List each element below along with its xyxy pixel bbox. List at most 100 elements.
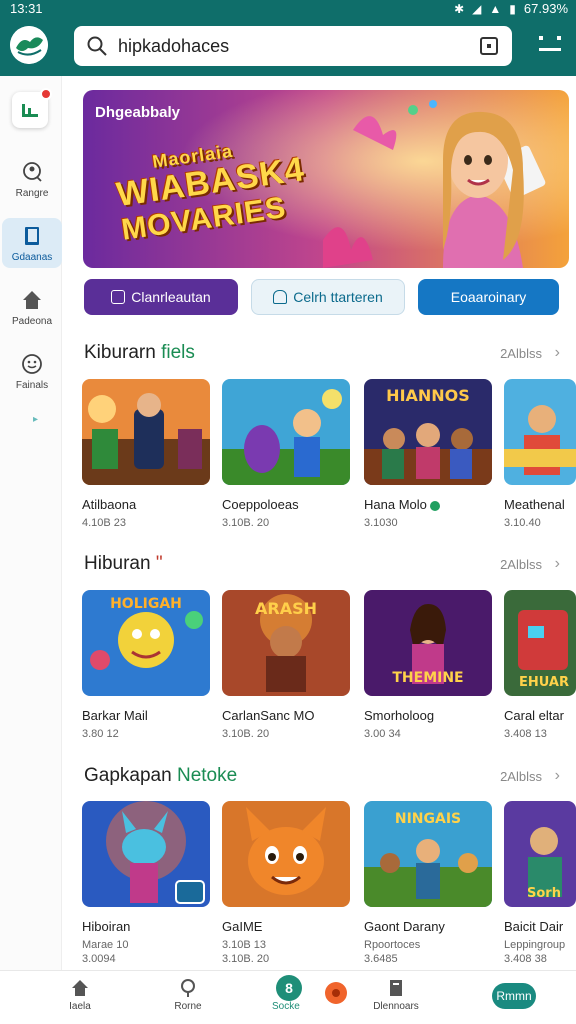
sidebar-item-label: Padeona (11, 316, 53, 327)
nav-item-label: Iaela (69, 1001, 91, 1012)
section-title: Kiburarn fiels (84, 342, 195, 363)
game-meta: 3.00 34 (364, 728, 401, 740)
action-button-2[interactable]: Celrh ttarteren (251, 279, 405, 315)
action-button-label: Clanrleautan (131, 289, 211, 305)
verified-badge-icon (429, 500, 440, 511)
game-thumbnail[interactable]: Sorh (504, 801, 576, 907)
svg-text:EHUAR: EHUAR (519, 675, 569, 690)
section-header-3: Gapkapan Netoke 2Alblss › (84, 765, 564, 791)
section-title: Hiburan " (84, 553, 163, 574)
see-all-link[interactable]: 2Alblss (500, 557, 542, 572)
game-thumbnail[interactable] (504, 379, 576, 485)
game-thumbnail[interactable]: HOLIGAH (82, 590, 210, 696)
svg-text:ARASH: ARASH (255, 599, 317, 618)
smile-icon (22, 354, 42, 374)
chevron-right-icon[interactable]: › (555, 555, 560, 573)
game-thumbnail[interactable] (82, 801, 210, 907)
game-thumbnail[interactable] (222, 801, 350, 907)
game-card[interactable]: THEMINE Smorholoog 3.00 34 (364, 590, 492, 740)
sidebar-item-padeona[interactable]: Padeona (2, 282, 62, 332)
game-thumbnail[interactable]: ARASH (222, 590, 350, 696)
game-card[interactable]: NINGAIS Gaont Darany Rpoortoces 3.6485 (364, 801, 492, 965)
game-name: CarlanSanc MO (222, 708, 315, 723)
sidebar-item-rangre[interactable]: Rangre (2, 154, 62, 204)
sidebar-item-fainals[interactable]: Fainals (2, 346, 62, 396)
app-header: 13:31 ✱ ◢ ▲ ▮ 67.93% (0, 0, 576, 76)
battery-icon: ▮ (509, 1, 516, 16)
nav-item-label: Rorne (174, 1001, 202, 1012)
game-card[interactable]: HIANNOS Hana Molo 3.1030 (364, 379, 492, 529)
chevron-right-icon[interactable]: › (555, 344, 560, 362)
sidebar: Rangre Gdaanas Padeona Fainals ▸ (0, 76, 62, 970)
sidebar-item-gdaanas[interactable]: Gdaanas (2, 218, 62, 268)
svg-text:THEMINE: THEMINE (392, 670, 463, 686)
game-meta: 3.10.40 (504, 517, 541, 529)
sidebar-notifications-button[interactable] (12, 88, 52, 128)
bookmark-icon (390, 980, 402, 996)
game-card[interactable]: HOLIGAH Barkar Mail 3.80 12 (82, 590, 210, 740)
svg-text:HIANNOS: HIANNOS (386, 386, 470, 405)
search-icon (181, 979, 195, 997)
nav-item-home[interactable]: Iaela (50, 977, 110, 1012)
game-name: GaIME (222, 919, 263, 934)
app-logo[interactable] (10, 26, 48, 64)
game-thumbnail[interactable]: NINGAIS (364, 801, 492, 907)
game-meta: 3.1030 (364, 517, 398, 529)
game-card[interactable]: Hiboiran Marae 10 3.0094 (82, 801, 210, 965)
game-meta: Leppingroup (504, 939, 566, 951)
sidebar-item-label: Rangre (15, 188, 49, 199)
game-card[interactable]: Sorh Baicit Dair Leppingroup 3.408 38 (504, 801, 576, 965)
search-bar[interactable] (74, 26, 512, 66)
action-button-3[interactable]: Eoaaroinary (418, 279, 559, 315)
search-input[interactable] (118, 35, 458, 57)
promo-banner[interactable]: Dhgeabbaly Maorlaia WIABASK4 MOVARIES (83, 90, 569, 268)
record-icon[interactable] (325, 982, 347, 1004)
game-card[interactable]: Meathenal 3.10.40 (504, 379, 576, 529)
game-card[interactable]: Atilbaona 4.10B 23 (82, 379, 210, 529)
game-meta-secondary: 3.0094 (82, 953, 116, 965)
see-all-link[interactable]: 2Alblss (500, 346, 542, 361)
search-person-icon (23, 162, 42, 182)
grid-menu-icon[interactable] (538, 34, 562, 54)
game-name: Hiboiran (82, 919, 131, 934)
section-header-2: Hiburan " 2Alblss › (84, 553, 564, 579)
game-card[interactable]: ARASH CarlanSanc MO 3.10B. 20 (222, 590, 350, 740)
game-name: Hana Molo (364, 497, 492, 512)
banner-label: Dhgeabbaly (95, 104, 181, 121)
game-meta: 3.10B 13 (222, 939, 267, 951)
game-thumbnail[interactable] (222, 379, 350, 485)
game-meta-secondary: 3.408 38 (504, 953, 547, 965)
chevron-right-icon[interactable]: › (555, 767, 560, 785)
bottom-navigation: Iaela Rorne 8 Socke Dlennoars Rmmn (0, 970, 576, 1024)
see-all-link[interactable]: 2Alblss (500, 769, 542, 784)
game-card[interactable]: GaIME 3.10B 13 3.10B. 20 (222, 801, 350, 965)
home-icon (23, 291, 41, 309)
game-name: Gaont Darany (364, 919, 445, 934)
game-card[interactable]: EHUAR Caral eltar 3.408 13 (504, 590, 576, 740)
action-button-1[interactable]: Clanrleautan (84, 279, 238, 315)
game-thumbnail[interactable]: EHUAR (504, 590, 576, 696)
game-card[interactable]: Coeppoloeas 3.10B. 20 (222, 379, 350, 529)
nav-profile-button[interactable]: Rmmn (492, 983, 536, 1009)
game-thumbnail[interactable]: HIANNOS (364, 379, 492, 485)
nav-center-button[interactable]: 8 (276, 975, 302, 1001)
game-meta: 4.10B 23 (82, 517, 127, 529)
game-name: Atilbaona (82, 497, 137, 512)
game-name: Coeppoloeas (222, 497, 299, 512)
game-name: Barkar Mail (82, 708, 148, 723)
book-icon (25, 227, 39, 245)
game-thumbnail[interactable] (82, 379, 210, 485)
scan-icon[interactable] (480, 37, 498, 55)
svg-text:HOLIGAH: HOLIGAH (110, 596, 182, 612)
nav-item-search[interactable]: Rorne (158, 977, 218, 1012)
nav-item-downloads[interactable]: Dlennoars (366, 977, 426, 1012)
action-button-label: Celrh ttarteren (293, 289, 383, 305)
game-thumbnail[interactable]: THEMINE (364, 590, 492, 696)
game-meta: Marae 10 (82, 939, 129, 951)
game-name: Meathenal (504, 497, 565, 512)
svg-text:NINGAIS: NINGAIS (395, 811, 461, 827)
svg-text:Sorh: Sorh (527, 886, 561, 901)
action-button-label: Eoaaroinary (450, 289, 527, 305)
bluetooth-icon: ✱ (454, 1, 465, 16)
sidebar-more-dot: ▸ (33, 414, 39, 425)
